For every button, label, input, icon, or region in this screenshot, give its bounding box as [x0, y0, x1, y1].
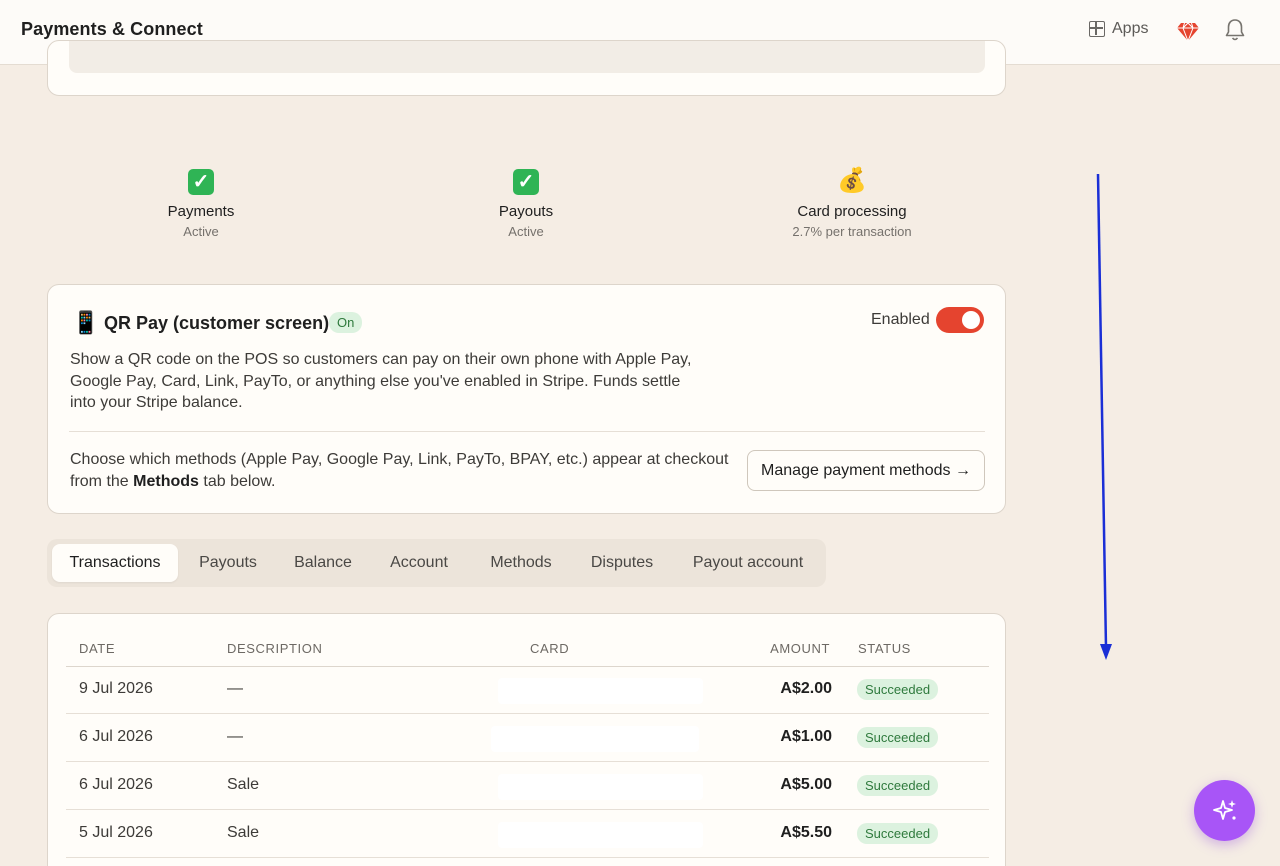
divider — [69, 431, 985, 432]
gem-icon[interactable] — [1176, 19, 1200, 43]
stat-payouts: ✓ Payouts Active — [426, 166, 626, 239]
apps-label: Apps — [1112, 20, 1149, 37]
tab-payouts[interactable]: Payouts — [187, 544, 269, 582]
stat-sub: Active — [183, 224, 219, 239]
status-badge: Succeeded — [857, 775, 939, 796]
stat-sub: 2.7% per transaction — [792, 224, 912, 239]
cell-date: 6 Jul 2026 — [79, 728, 153, 745]
cell-amount: A$1.00 — [780, 728, 832, 745]
methods-hint: Choose which methods (Apple Pay, Google … — [70, 449, 735, 492]
tab-disputes[interactable]: Disputes — [580, 544, 664, 582]
mobile-phone-icon: 📱 — [72, 310, 100, 335]
cell-card — [491, 726, 699, 752]
assistant-button[interactable] — [1194, 780, 1255, 841]
grid-icon — [1089, 21, 1105, 37]
status-badge: Succeeded — [857, 727, 939, 748]
table-row[interactable]: 9 Jul 2026 — A$2.00 Succeeded — [66, 666, 989, 714]
tab-methods[interactable]: Methods — [476, 544, 566, 582]
enabled-label: Enabled — [871, 311, 930, 328]
tab-balance[interactable]: Balance — [283, 544, 363, 582]
money-bag-icon: 💰 — [837, 167, 867, 194]
column-header-amount: AMOUNT — [770, 641, 830, 656]
apps-button[interactable]: Apps — [1089, 20, 1148, 38]
cell-description: Sale — [227, 776, 260, 793]
qr-pay-description: Show a QR code on the POS so customers c… — [70, 351, 692, 411]
check-mark-icon: ✓ — [101, 166, 301, 196]
stat-label: Payments — [167, 203, 235, 220]
column-header-description: DESCRIPTION — [227, 641, 323, 656]
cell-card — [498, 822, 703, 848]
cell-description: — — [227, 680, 243, 697]
cell-amount: A$5.50 — [780, 824, 832, 841]
column-header-status: STATUS — [858, 641, 911, 656]
table-row[interactable]: 5 Jul 2026 Sale A$5.50 Succeeded — [66, 810, 989, 858]
stat-payments: ✓ Payments Active — [101, 166, 301, 239]
stat-sub: Active — [508, 224, 544, 239]
toggle-knob — [962, 311, 980, 329]
qr-pay-card: 📱 QR Pay (customer screen) On Enabled Sh… — [47, 284, 1006, 514]
cell-amount: A$2.00 — [780, 680, 832, 697]
column-header-date: DATE — [79, 641, 116, 656]
cell-description: — — [227, 728, 243, 745]
methods-hint-suffix: tab below. — [203, 472, 276, 490]
stat-card-processing: 💰 Card processing 2.7% per transaction — [752, 166, 952, 239]
cell-card — [498, 678, 703, 704]
qr-pay-toggle[interactable] — [936, 307, 984, 333]
manage-payment-methods-button[interactable]: Manage payment methods → — [747, 450, 985, 491]
cell-card — [498, 774, 703, 800]
methods-hint-bold: Methods — [133, 472, 199, 490]
scroll-down-arrow-icon — [1096, 173, 1112, 660]
tab-transactions[interactable]: Transactions — [52, 544, 178, 582]
cell-date: 9 Jul 2026 — [79, 680, 153, 697]
table-row[interactable]: 6 Jul 2026 Sale A$5.00 Succeeded — [66, 762, 989, 810]
cell-description: Sale — [227, 824, 260, 841]
stat-label: Card processing — [797, 203, 907, 220]
settings-card-inner — [69, 41, 985, 73]
page-title: Payments & Connect — [21, 19, 203, 39]
cell-date: 5 Jul 2026 — [79, 824, 153, 841]
table-row[interactable]: 6 Jul 2026 — A$1.00 Succeeded — [66, 714, 989, 762]
status-badge: On — [329, 312, 363, 333]
stat-label: Payouts — [498, 203, 554, 220]
column-header-card: CARD — [530, 641, 570, 656]
tab-bar: Transactions Payouts Balance Account Met… — [47, 539, 826, 587]
status-badge: Succeeded — [857, 679, 939, 700]
transactions-table: DATE DESCRIPTION CARD AMOUNT STATUS 9 Ju… — [47, 613, 1006, 866]
qr-pay-title: QR Pay (customer screen) — [104, 313, 330, 333]
cell-amount: A$5.00 — [780, 776, 832, 793]
cell-date: 6 Jul 2026 — [79, 776, 153, 793]
check-mark-icon: ✓ — [426, 166, 626, 196]
tab-account[interactable]: Account — [379, 544, 459, 582]
sparkles-icon — [1212, 799, 1236, 820]
bell-icon[interactable] — [1224, 18, 1246, 42]
status-badge: Succeeded — [857, 823, 939, 844]
tab-payout-account[interactable]: Payout account — [680, 544, 816, 582]
settings-card — [47, 40, 1006, 96]
